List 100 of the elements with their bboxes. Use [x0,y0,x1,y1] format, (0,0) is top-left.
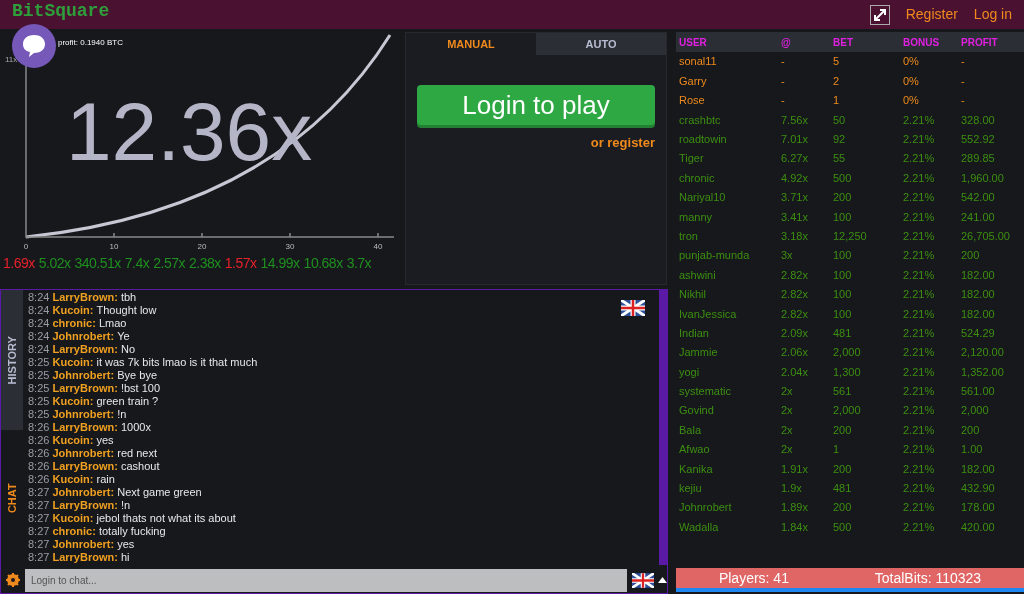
table-cell-text: Indian [678,325,710,341]
table-cell-text: 3.18x [780,228,809,244]
table-cell-text: 182.00 [960,287,996,303]
chat-message: 8:25 Kucoin: green train ? [28,395,160,408]
table-cell-text: Afwao [678,442,711,458]
chat-message: 8:25 LarryBrown: !bst 100 [28,382,162,395]
header-link[interactable]: Register [905,4,958,25]
table-cell-text: 200 [960,248,981,264]
table-cell-text: 2.21% [902,151,936,167]
register-link[interactable]: or register [590,133,655,153]
table-cell-text: 2.21% [902,228,936,244]
table-cell-text: yogi [678,364,701,380]
total-bits: TotalBits: 110323 [874,568,982,588]
crash-history-value: 14.99x [260,254,300,273]
crash-history-value: 2.57x [153,254,186,273]
table-cell-text: Tiger [678,151,705,167]
table-cell-text: 2.21% [902,519,936,535]
scrollbar[interactable] [659,290,667,565]
table-cell-text: 542.00 [960,190,996,206]
table-cell-text: 200 [832,190,853,206]
table-cell-text: 100 [832,306,853,322]
crash-history-value: 3.7x [346,254,372,273]
table-cell-text: 420.00 [960,519,996,535]
mode-tab[interactable]: AUTO [536,33,666,55]
table-cell-text: 2.82x [780,306,809,322]
chat-message: 8:26 Johnrobert: red next [28,447,158,460]
header-link[interactable]: Log in [973,4,1012,25]
table-cell-text: 182.00 [960,267,996,283]
table-cell-text: 481 [832,481,853,497]
table-cell-text: crashbtc [678,112,722,128]
crash-history-value: 10.68x [303,254,343,273]
table-cell-text: Kanika [678,461,714,477]
flag-icon[interactable] [621,300,645,316]
table-cell-text: Wadalla [678,519,720,535]
table-cell-text: 2.21% [902,132,936,147]
table-cell-text: 328.00 [960,112,996,128]
table-cell-text: Bala [678,422,703,438]
table-cell-text: - [780,73,786,89]
chat-message: 8:25 Kucoin: it was 7k bits lmao is it that much [28,356,259,369]
expand-icon [872,7,887,22]
axis-label: 11x [5,54,18,66]
axis-label: 10 [109,241,119,253]
table-cell-text: 2.21% [902,442,936,458]
table-cell-text: - [960,93,966,109]
table-cell-text: 561.00 [960,384,996,400]
table-cell-text: 289.85 [960,151,996,167]
table-cell-text: 2.21% [902,306,936,322]
table-cell-text: 1.89x [780,500,809,516]
table-cell-text: Nariyal10 [678,190,727,206]
table-cell-text: 1.9x [780,481,803,497]
table-cell-text: 2x [780,403,794,419]
current-multiplier: 12.36x [66,91,313,173]
settings-icon[interactable] [6,573,20,587]
table-cell-text: 2.21% [902,364,936,380]
table-cell-text: 2.21% [902,345,936,361]
table-cell-text: punjab-munda [678,248,751,264]
crash-history-value: 7.4x [124,254,150,273]
table-cell-text: Rose [678,93,706,109]
table-cell-text: 2,000 [960,403,990,419]
table-cell-text: 0% [902,93,920,109]
table-cell-text: - [960,73,966,89]
chat-message: 8:26 LarryBrown: 1000x [28,421,152,434]
table-cell-text: 100 [832,287,853,303]
chat-message: 8:24 Kucoin: Thought low [28,304,158,317]
table-cell-text: 7.56x [780,112,809,128]
chat-message: 8:27 chronic: totally fucking [28,525,167,538]
table-cell-text: 3.71x [780,190,809,206]
chat-message: 8:25 Johnrobert: !n [28,408,128,421]
table-cell-text: 182.00 [960,306,996,322]
table-cell-text: 2.04x [780,364,809,380]
table-cell-text: 500 [832,170,853,186]
table-cell-text: 2x [780,442,794,458]
fullscreen-button[interactable] [869,4,890,25]
players-count: Players: 41 [718,568,789,588]
table-cell-text: 2.21% [902,461,936,477]
chat-message: 8:26 Kucoin: rain [28,473,116,486]
table-cell-text: 55 [832,151,847,167]
table-cell-text: chronic [678,170,716,186]
table-cell-text: 2.21% [902,384,936,400]
table-cell-text: 432.90 [960,481,996,497]
table-cell-text: 2.21% [902,170,936,186]
chat-input[interactable]: Login to chat... [25,568,628,592]
table-cell-text: tron [678,228,699,244]
table-cell-text: 2.21% [902,481,936,497]
column-header: BET [832,35,854,50]
table-cell-text: 552.92 [960,132,996,147]
crash-history-value: 1.57x [224,254,257,273]
table-cell-text: manny [678,209,714,225]
table-cell-text: 50 [832,112,847,128]
flag-icon[interactable] [632,572,655,588]
table-cell-text: 2.21% [902,248,936,264]
column-header: @ [780,35,792,50]
table-cell-text: 7.01x [780,132,809,147]
side-tab[interactable]: HISTORY [1,290,23,430]
caret-up-icon[interactable] [658,577,667,583]
table-cell-text: 2.21% [902,500,936,516]
table-cell-text: 182.00 [960,461,996,477]
table-cell-text: 0% [902,54,920,70]
table-cell-text: 2.09x [780,325,809,341]
axis-label: 40 [373,241,383,253]
